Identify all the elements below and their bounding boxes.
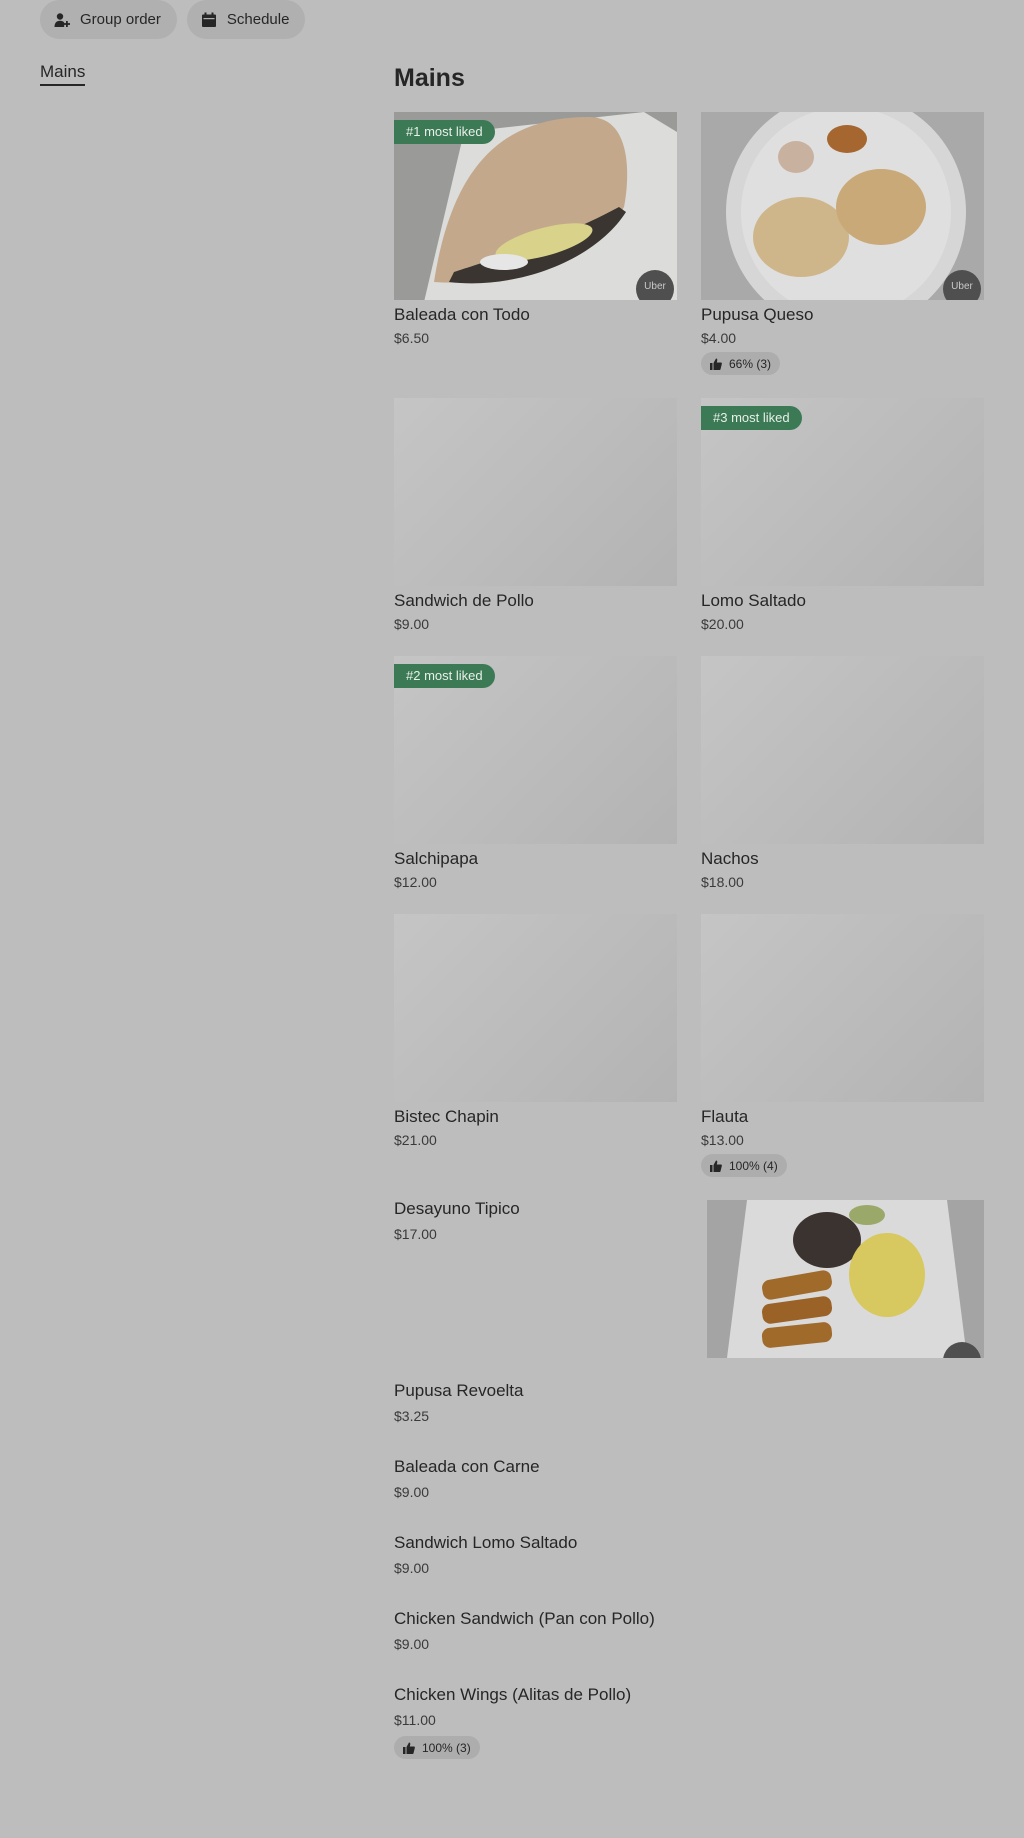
item-name: Pupusa Revoelta <box>394 1381 524 1400</box>
uber-chip: Uber <box>943 270 981 300</box>
menu-item-row[interactable]: Pupusa Revoelta $3.25 <box>394 1380 523 1426</box>
item-name: Chicken Sandwich (Pan con Pollo) <box>394 1609 655 1628</box>
item-price: $13.00 <box>701 1132 744 1148</box>
most-liked-badge: #1 most liked <box>394 120 495 144</box>
menu-item-card[interactable]: Bistec Chapin $21.00 <box>394 914 677 1150</box>
rating-text: 100% (3) <box>422 1740 471 1755</box>
item-photo-placeholder: #2 most liked <box>394 656 677 844</box>
rating-badge: 100% (3) <box>394 1736 480 1759</box>
item-name: Chicken Wings (Alitas de Pollo) <box>394 1685 632 1704</box>
item-name: Bistec Chapin <box>394 1107 499 1126</box>
item-photo-placeholder <box>701 914 984 1102</box>
most-liked-badge: #3 most liked <box>701 406 802 430</box>
item-photo: Uber <box>701 112 984 300</box>
item-photo-placeholder <box>394 398 677 586</box>
item-price: $9.00 <box>394 1484 430 1500</box>
most-liked-badge: #2 most liked <box>394 664 495 688</box>
item-name: Sandwich de Pollo <box>394 591 534 610</box>
rating-badge: 66% (3) <box>701 352 781 375</box>
thumbs-up-icon <box>710 358 722 370</box>
item-name: Baleada con Todo <box>394 305 530 324</box>
menu-item-card[interactable]: #3 most liked Lomo Saltado $20.00 <box>701 398 984 634</box>
group-order-label: Group order <box>80 11 161 28</box>
menu-item-card[interactable]: #2 most liked Salchipapa $12.00 <box>394 656 677 892</box>
desayuno-photo <box>707 1200 984 1358</box>
rating-text: 66% (3) <box>729 356 772 371</box>
calendar-icon <box>201 12 216 27</box>
sidebar-item-mains[interactable]: Mains <box>40 62 86 86</box>
item-price: $12.00 <box>394 874 437 890</box>
thumbs-up-icon <box>403 1742 415 1754</box>
item-name: Sandwich Lomo Saltado <box>394 1533 578 1552</box>
schedule-label: Schedule <box>226 11 290 28</box>
item-name: Pupusa Queso <box>701 305 814 324</box>
menu-item-card[interactable]: Sandwich de Pollo $9.00 <box>394 398 677 634</box>
item-name: Desayuno Tipico <box>394 1199 520 1218</box>
item-price: $18.00 <box>701 874 744 890</box>
item-name: Salchipapa <box>394 849 479 868</box>
item-photo: #1 most liked Uber <box>394 112 677 300</box>
rating-badge: 100% (4) <box>701 1154 787 1177</box>
item-price: $9.00 <box>394 1560 430 1576</box>
rating-text: 100% (4) <box>729 1158 778 1173</box>
group-order-button[interactable]: Group order <box>40 0 177 39</box>
item-price: $11.00 <box>394 1712 436 1728</box>
order-toolbar: Group order Schedule <box>40 0 306 39</box>
item-name: Lomo Saltado <box>701 591 806 610</box>
item-name: Nachos <box>701 849 759 868</box>
item-name: Flauta <box>701 1107 749 1126</box>
schedule-button[interactable]: Schedule <box>186 0 306 39</box>
item-photo <box>707 1200 984 1358</box>
item-price: $4.00 <box>701 330 737 346</box>
item-price: $17.00 <box>394 1226 437 1242</box>
add-person-icon <box>54 12 70 27</box>
item-photo-placeholder <box>701 656 984 844</box>
item-photo-placeholder <box>394 914 677 1102</box>
menu-item-card[interactable]: #1 most liked Uber Baleada con Todo $6.5… <box>394 112 677 348</box>
menu-item-row[interactable]: Baleada con Carne $9.00 <box>394 1456 540 1502</box>
item-price: $6.50 <box>394 330 430 346</box>
item-photo-placeholder: #3 most liked <box>701 398 984 586</box>
item-price: $9.00 <box>394 616 430 632</box>
menu-item-card[interactable]: Nachos $18.00 <box>701 656 984 892</box>
menu-item-row[interactable]: Chicken Sandwich (Pan con Pollo) $9.00 <box>394 1608 655 1654</box>
item-price: $20.00 <box>701 616 744 632</box>
section-title: Mains <box>394 64 465 92</box>
item-price: $9.00 <box>394 1636 430 1652</box>
menu-item-row[interactable]: Desayuno Tipico $17.00 <box>394 1198 520 1244</box>
uber-chip: Uber <box>636 270 674 300</box>
menu-item-card[interactable]: Flauta $13.00 100% (4) <box>701 914 984 1177</box>
item-name: Baleada con Carne <box>394 1457 540 1476</box>
item-price: $21.00 <box>394 1132 437 1148</box>
menu-item-card[interactable]: Uber Pupusa Queso $4.00 66% (3) <box>701 112 984 375</box>
thumbs-up-icon <box>710 1160 722 1172</box>
menu-item-row[interactable]: Chicken Wings (Alitas de Pollo) $11.00 1… <box>394 1684 631 1759</box>
item-price: $3.25 <box>394 1408 430 1424</box>
pupusa-photo <box>701 112 984 300</box>
menu-item-row[interactable]: Sandwich Lomo Saltado $9.00 <box>394 1532 577 1578</box>
